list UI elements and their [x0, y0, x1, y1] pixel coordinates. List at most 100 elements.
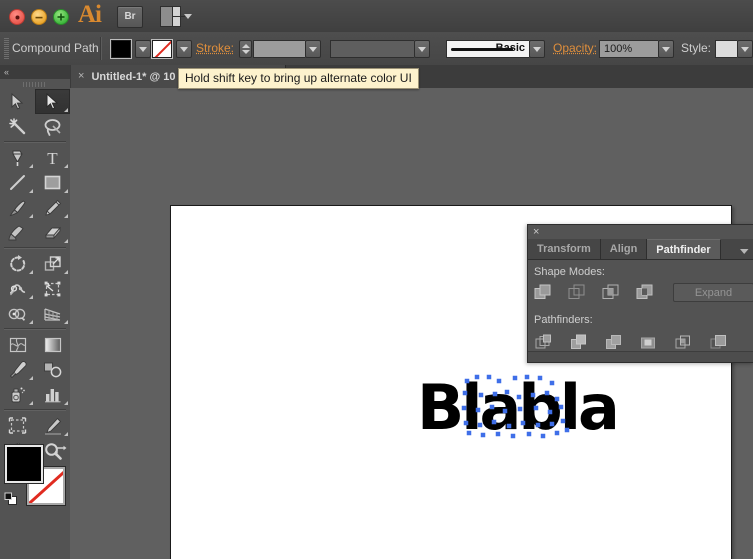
- tool-flyout-indicator: [64, 320, 68, 324]
- graphic-style-group[interactable]: [715, 40, 753, 58]
- width-profile-dropdown-button[interactable]: [414, 40, 430, 58]
- artwork-compound-path[interactable]: Blabla: [417, 373, 620, 443]
- shape-builder-tool[interactable]: [0, 301, 35, 326]
- tool-row: [0, 89, 70, 114]
- tool-flyout-indicator: [29, 376, 33, 380]
- brush-dropdown-button[interactable]: [529, 40, 545, 58]
- free-transform-tool[interactable]: [35, 276, 70, 301]
- gradient-tool[interactable]: [35, 332, 70, 357]
- tool-flyout-indicator: [29, 270, 33, 274]
- illustrator-logo: Ai: [78, 1, 102, 28]
- control-bar: Compound Path Stroke: Basic Opacity: 100…: [0, 32, 753, 66]
- tool-row: [0, 301, 70, 326]
- trim-button[interactable]: [569, 333, 590, 352]
- blob-brush-tool[interactable]: [0, 220, 35, 245]
- chevron-down-icon: [309, 46, 317, 52]
- tool-row: [0, 170, 70, 195]
- opacity-input[interactable]: 100%: [599, 40, 658, 58]
- stroke-label[interactable]: Stroke:: [196, 41, 234, 55]
- toolbox-fill-swatch[interactable]: [5, 445, 43, 483]
- control-bar-grip[interactable]: [4, 38, 9, 59]
- eraser-tool[interactable]: [35, 220, 70, 245]
- lasso-tool[interactable]: [35, 114, 70, 139]
- minus-back-button[interactable]: [709, 333, 730, 352]
- zoom-window-button[interactable]: [53, 9, 69, 25]
- tool-flyout-indicator: [64, 401, 68, 405]
- perspective-grid-tool[interactable]: [35, 301, 70, 326]
- tools-panel: « T: [0, 65, 71, 559]
- arrange-documents-button[interactable]: [160, 6, 192, 27]
- shape-modes-row: Expand: [534, 283, 753, 302]
- default-fill-stroke-icon[interactable]: [4, 492, 18, 511]
- brush-definition-group[interactable]: Basic: [446, 40, 545, 58]
- swap-fill-stroke-icon[interactable]: [55, 443, 69, 461]
- close-window-button[interactable]: [9, 9, 25, 25]
- bridge-button[interactable]: Br: [117, 6, 143, 28]
- type-tool[interactable]: T: [35, 145, 70, 170]
- blend-tool[interactable]: [35, 357, 70, 382]
- opacity-label[interactable]: Opacity:: [553, 41, 597, 55]
- pen-tool[interactable]: [0, 145, 35, 170]
- column-graph-tool[interactable]: [35, 382, 70, 407]
- artboard-tool[interactable]: [0, 413, 35, 438]
- unite-button[interactable]: [534, 283, 554, 302]
- stroke-dropdown-button[interactable]: [176, 40, 192, 58]
- rotate-tool[interactable]: [0, 251, 35, 276]
- collapse-tools-button[interactable]: «: [0, 65, 70, 79]
- opacity-dropdown-button[interactable]: [658, 40, 674, 58]
- illustrator-window: Ai Br Compound Path Stroke: Basic Opacit…: [0, 0, 753, 559]
- tab-transform[interactable]: Transform: [528, 239, 601, 259]
- eyedropper-tool[interactable]: [0, 357, 35, 382]
- tool-flyout-indicator: [29, 320, 33, 324]
- document-tab-title: Untitled-1* @ 10: [91, 70, 176, 83]
- magic-wand-tool[interactable]: [0, 114, 35, 139]
- divider: [100, 37, 102, 60]
- width-tool[interactable]: [0, 276, 35, 301]
- tool-flyout-indicator: [29, 164, 33, 168]
- divider: [4, 247, 66, 249]
- fill-dropdown-button[interactable]: [135, 40, 151, 58]
- scale-tool[interactable]: [35, 251, 70, 276]
- stroke-swatch-group[interactable]: [152, 40, 192, 58]
- opacity-field-group[interactable]: 100%: [599, 40, 674, 58]
- width-profile-group[interactable]: [330, 40, 430, 58]
- brush-preview[interactable]: Basic: [446, 40, 529, 58]
- object-type-label: Compound Path: [12, 41, 99, 55]
- exclude-button[interactable]: [635, 283, 655, 302]
- tool-flyout-indicator: [29, 401, 33, 405]
- close-icon[interactable]: ×: [78, 71, 84, 82]
- line-segment-tool[interactable]: [0, 170, 35, 195]
- divider: [4, 328, 66, 330]
- stroke-weight-field-group[interactable]: [253, 40, 321, 58]
- crop-button[interactable]: [639, 333, 660, 352]
- symbol-sprayer-tool[interactable]: [0, 382, 35, 407]
- selection-tool[interactable]: [0, 89, 35, 114]
- graphic-style-swatch[interactable]: [715, 40, 737, 58]
- tools-panel-grip[interactable]: [23, 82, 47, 87]
- tab-pathfinder[interactable]: Pathfinder: [647, 239, 721, 259]
- fill-swatch-group[interactable]: [111, 40, 151, 58]
- merge-button[interactable]: [604, 333, 625, 352]
- slice-tool[interactable]: [35, 413, 70, 438]
- minimize-window-button[interactable]: [31, 9, 47, 25]
- close-icon[interactable]: ×: [533, 227, 539, 238]
- graphic-style-dropdown-button[interactable]: [737, 40, 753, 58]
- minus-front-button[interactable]: [568, 283, 588, 302]
- stroke-weight-input[interactable]: [253, 40, 305, 58]
- stroke-swatch[interactable]: [152, 40, 172, 58]
- expand-button[interactable]: Expand: [673, 283, 753, 302]
- width-profile-input[interactable]: [330, 40, 414, 58]
- rectangle-tool[interactable]: [35, 170, 70, 195]
- stroke-weight-dropdown-button[interactable]: [305, 40, 321, 58]
- mesh-tool[interactable]: [0, 332, 35, 357]
- tool-flyout-indicator: [64, 214, 68, 218]
- tab-align[interactable]: Align: [601, 239, 648, 259]
- divide-button[interactable]: [534, 333, 555, 352]
- stroke-weight-stepper[interactable]: [239, 40, 252, 58]
- direct-selection-tool[interactable]: [35, 89, 70, 114]
- paintbrush-tool[interactable]: [0, 195, 35, 220]
- pencil-tool[interactable]: [35, 195, 70, 220]
- fill-swatch[interactable]: [111, 40, 131, 58]
- intersect-button[interactable]: [602, 283, 622, 302]
- outline-button[interactable]: [674, 333, 695, 352]
